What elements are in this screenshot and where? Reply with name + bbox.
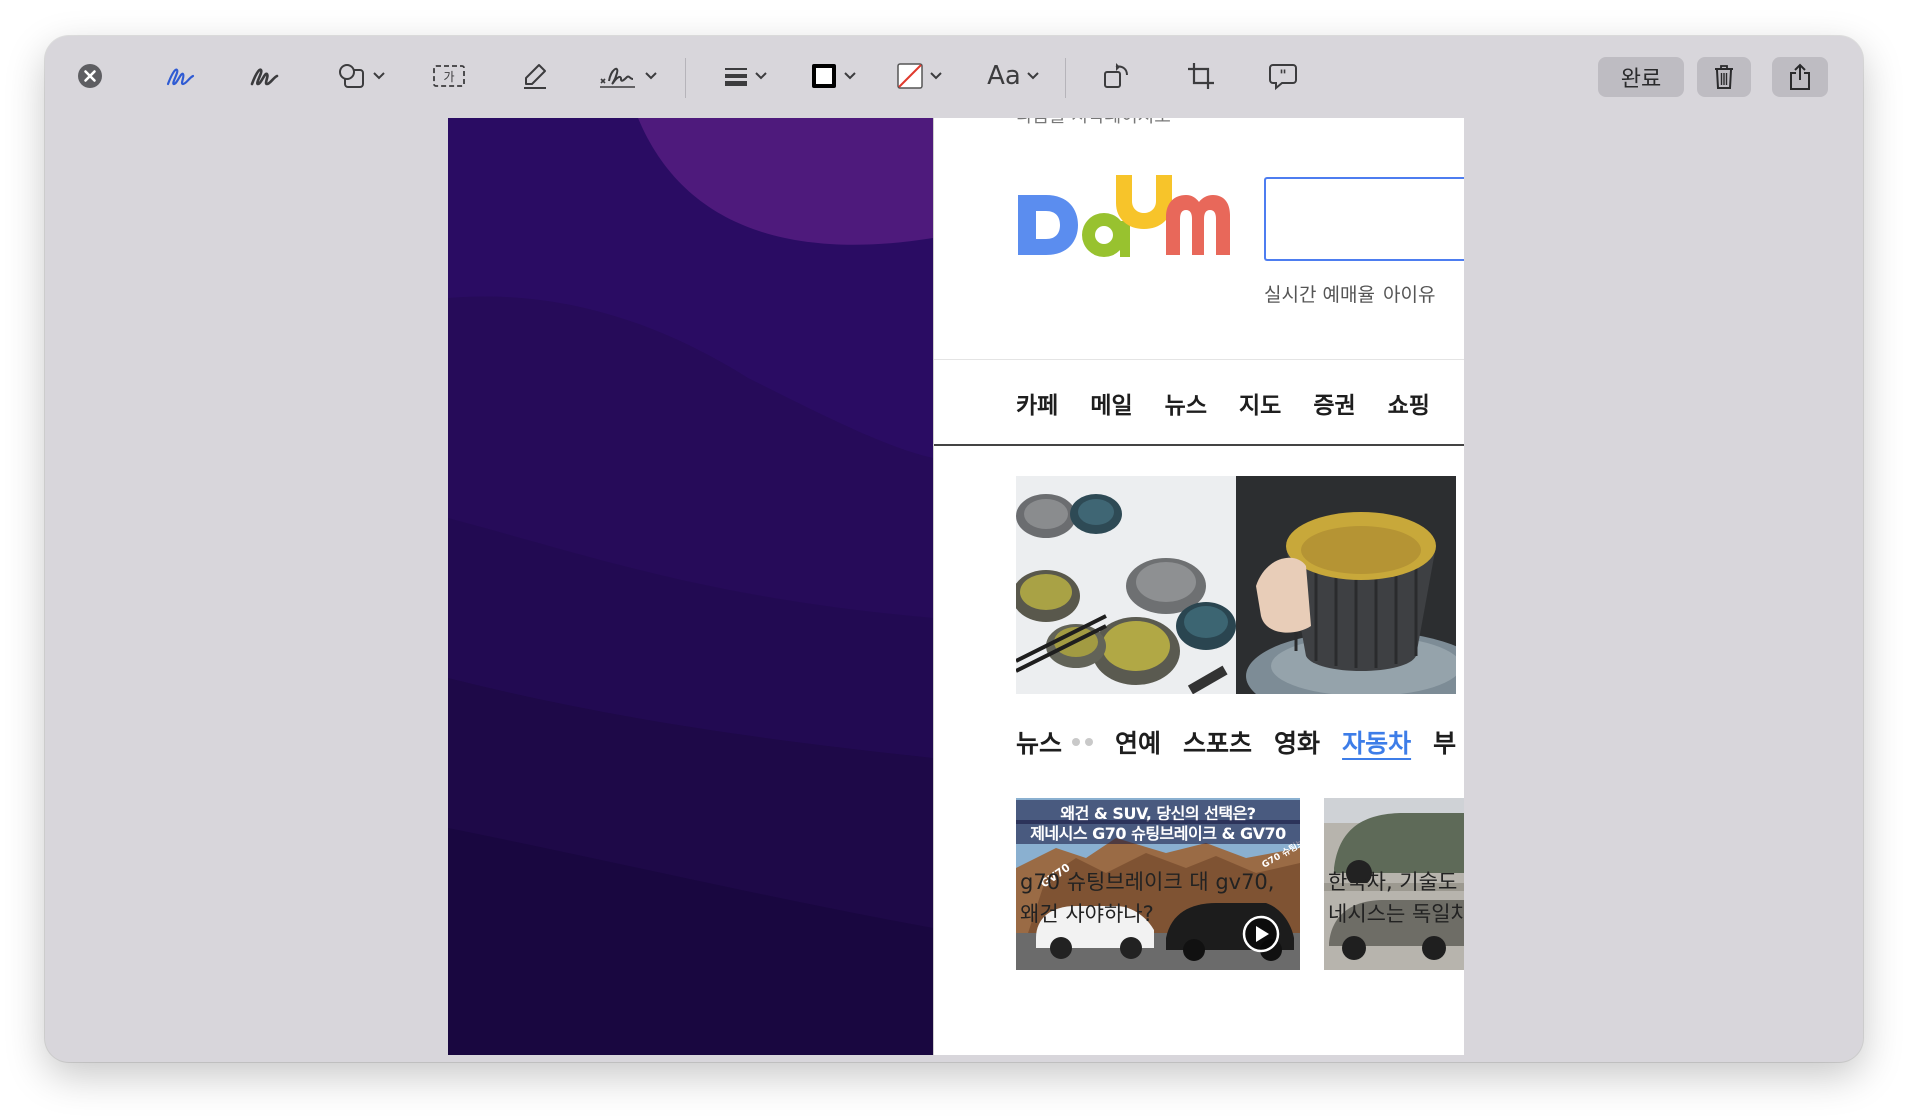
service-nav: 카페 메일 뉴스 지도 증권 쇼핑 <box>1016 386 1462 420</box>
nav-news[interactable]: 뉴스 <box>1165 386 1207 420</box>
chevron-down-icon <box>1027 72 1039 80</box>
nav-divider <box>934 444 1464 446</box>
video-caption-2[interactable]: 한국차, 기술도 네시스는 독일차 <box>1328 866 1464 930</box>
search-input[interactable] <box>1264 177 1464 261</box>
speech-bubble-icon: " <box>1269 64 1297 91</box>
shapes-menu-button[interactable] <box>331 56 391 96</box>
image-canvas[interactable]: 다음을 시작페이지로 실시간 예매율 아이유 카페 메일 뉴스 지도 증권 쇼핑 <box>448 118 1464 1055</box>
daum-webpage: 다음을 시작페이지로 실시간 예매율 아이유 카페 메일 뉴스 지도 증권 쇼핑 <box>933 118 1464 1055</box>
share-icon <box>1790 63 1810 90</box>
toolbar-separator <box>685 58 686 98</box>
draw-tool-button[interactable] <box>245 56 285 96</box>
border-color-menu-button[interactable] <box>803 56 863 96</box>
line-style-menu-button[interactable] <box>715 56 775 96</box>
start-page-link[interactable]: 다음을 시작페이지로 <box>1016 118 1171 128</box>
content-tabs: 뉴스 연예 스포츠 영화 자동차 부 <box>1016 724 1464 760</box>
fill-color-icon <box>897 63 923 89</box>
crop-icon <box>1188 63 1214 89</box>
tab-movies[interactable]: 영화 <box>1274 724 1320 760</box>
chevron-down-icon <box>645 72 657 80</box>
chevron-down-icon <box>844 72 856 80</box>
daum-logo[interactable] <box>1016 173 1230 268</box>
shapes-icon <box>339 64 364 88</box>
highlight-button[interactable] <box>515 56 555 96</box>
rotate-icon <box>1104 63 1128 88</box>
sign-menu-button[interactable] <box>593 56 661 96</box>
fill-color-menu-button[interactable] <box>889 56 949 96</box>
banner-photo-hand-bowl[interactable] <box>1236 476 1456 694</box>
crop-button[interactable] <box>1181 56 1221 96</box>
border-color-icon <box>812 64 836 88</box>
trend-link-1[interactable]: 실시간 예매율 <box>1264 280 1375 307</box>
share-button[interactable] <box>1772 57 1828 97</box>
wallpaper-image <box>448 118 933 1055</box>
close-icon <box>78 64 102 88</box>
nav-cafe[interactable]: 카페 <box>1016 386 1058 420</box>
description-button[interactable]: " <box>1263 56 1303 96</box>
chevron-down-icon <box>930 72 942 80</box>
markup-toolbar: 가 Aa " 완료 <box>45 36 1863 118</box>
chevron-down-icon <box>755 72 767 80</box>
line-style-icon <box>725 68 747 86</box>
nav-stocks[interactable]: 증권 <box>1313 386 1355 420</box>
banner-photo-bowls[interactable] <box>1016 476 1236 694</box>
tab-more[interactable]: 부 <box>1433 724 1456 760</box>
thumbnail-headline-2: 제네시스 G70 슈팅브레이크 & GV70 <box>1016 820 1300 844</box>
delete-button[interactable] <box>1697 57 1751 97</box>
done-button[interactable]: 완료 <box>1598 57 1684 97</box>
highlight-icon <box>524 64 546 89</box>
toolbar-separator <box>1065 58 1066 98</box>
nav-map[interactable]: 지도 <box>1239 386 1281 420</box>
nav-shopping[interactable]: 쇼핑 <box>1388 386 1430 420</box>
svg-text:가: 가 <box>443 70 454 84</box>
markup-window: 가 Aa " 완료 실시간 예매율 아이유 카페 메일 뉴스 지도 증권 쇼핑 … <box>45 36 1863 1062</box>
svg-text:": " <box>1279 68 1286 84</box>
rotate-button[interactable] <box>1097 56 1137 96</box>
video-caption-1[interactable]: g70 슈팅브레이크 대 gv70, 왜건 사야하나? <box>1020 866 1274 930</box>
trend-link-2[interactable]: 아이유 <box>1383 280 1435 307</box>
nav-mail[interactable]: 메일 <box>1090 386 1132 420</box>
tab-news[interactable]: 뉴스 <box>1016 724 1062 760</box>
close-button[interactable] <box>75 56 105 96</box>
chevron-down-icon <box>373 72 385 80</box>
text-box-icon: 가 <box>433 65 465 87</box>
text-style-menu-button[interactable]: Aa <box>981 56 1045 96</box>
sketch-tool-button[interactable] <box>161 56 201 96</box>
header-divider <box>934 359 1464 360</box>
tab-entertainment[interactable]: 연예 <box>1115 724 1161 760</box>
more-dots-icon[interactable] <box>1072 738 1094 746</box>
tab-cars[interactable]: 자동차 <box>1342 724 1411 760</box>
draw-icon <box>250 68 279 86</box>
sketch-icon <box>166 68 195 86</box>
tab-sports[interactable]: 스포츠 <box>1183 724 1252 760</box>
text-style-icon: Aa <box>987 61 1021 91</box>
sign-icon <box>600 67 635 88</box>
text-box-button[interactable]: 가 <box>429 56 469 96</box>
trash-icon <box>1715 65 1733 89</box>
